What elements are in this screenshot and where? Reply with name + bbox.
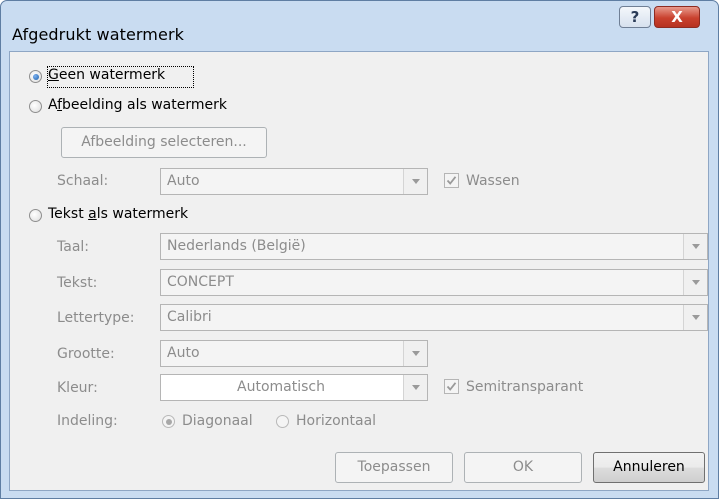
scale-value: Auto xyxy=(167,173,200,189)
help-button[interactable]: ? xyxy=(619,6,651,28)
no-watermark-label[interactable]: Geen watermerk xyxy=(48,67,165,83)
text-dropdown[interactable]: CONCEPT xyxy=(160,269,708,296)
scale-label: Schaal: xyxy=(57,173,109,189)
checkmark-icon xyxy=(446,382,457,391)
color-dropdown[interactable]: Automatisch xyxy=(160,374,428,401)
help-icon: ? xyxy=(630,8,640,26)
close-button[interactable]: X xyxy=(654,6,700,28)
layout-label: Indeling: xyxy=(57,413,118,429)
font-value: Calibri xyxy=(167,309,212,325)
washout-checkbox[interactable] xyxy=(444,173,459,188)
apply-button[interactable]: Toepassen xyxy=(335,452,453,483)
title-bar[interactable]: Afgedrukt watermerk ? X xyxy=(1,1,718,51)
semitransparent-label: Semitransparant xyxy=(466,379,584,395)
washout-label: Wassen xyxy=(466,173,520,189)
size-dropdown[interactable]: Auto xyxy=(160,340,428,367)
chevron-down-icon[interactable] xyxy=(683,234,707,259)
text-value: CONCEPT xyxy=(167,274,234,290)
language-label: Taal: xyxy=(57,239,89,255)
layout-horizontal-radio[interactable] xyxy=(276,415,289,428)
text-label: Tekst: xyxy=(57,275,98,291)
close-icon: X xyxy=(671,8,683,26)
font-label: Lettertype: xyxy=(57,310,135,326)
select-picture-button[interactable]: Afbeelding selecteren... xyxy=(61,127,267,158)
picture-watermark-radio[interactable] xyxy=(29,100,42,113)
language-dropdown[interactable]: Nederlands (België) xyxy=(160,233,708,260)
cancel-button[interactable]: Annuleren xyxy=(593,452,705,483)
chevron-down-icon[interactable] xyxy=(683,305,707,330)
size-label: Grootte: xyxy=(57,346,115,362)
language-value: Nederlands (België) xyxy=(167,238,306,254)
dialog-title: Afgedrukt watermerk xyxy=(12,25,184,44)
text-watermark-label[interactable]: Tekst als watermerk xyxy=(48,206,188,222)
color-value: Automatisch xyxy=(237,379,325,395)
semitransparent-checkbox[interactable] xyxy=(444,379,459,394)
layout-diagonal-label[interactable]: Diagonaal xyxy=(182,413,253,429)
chevron-down-icon[interactable] xyxy=(403,375,427,400)
scale-dropdown[interactable]: Auto xyxy=(160,168,428,195)
dialog-window: Afgedrukt watermerk ? X Geen watermerk A… xyxy=(0,0,719,499)
picture-watermark-label[interactable]: Afbeelding als watermerk xyxy=(48,97,227,113)
chevron-down-icon[interactable] xyxy=(683,270,707,295)
checkmark-icon xyxy=(446,176,457,185)
chevron-down-icon[interactable] xyxy=(403,341,427,366)
ok-button[interactable]: OK xyxy=(464,452,582,483)
layout-diagonal-radio[interactable] xyxy=(162,415,175,428)
layout-horizontal-label[interactable]: Horizontaal xyxy=(296,413,376,429)
font-dropdown[interactable]: Calibri xyxy=(160,304,708,331)
text-watermark-radio[interactable] xyxy=(29,209,42,222)
size-value: Auto xyxy=(167,345,200,361)
color-label: Kleur: xyxy=(57,380,98,396)
chevron-down-icon[interactable] xyxy=(403,169,427,194)
no-watermark-radio[interactable] xyxy=(29,70,42,83)
dialog-body: Geen watermerk Afbeelding als watermerk … xyxy=(9,51,709,491)
